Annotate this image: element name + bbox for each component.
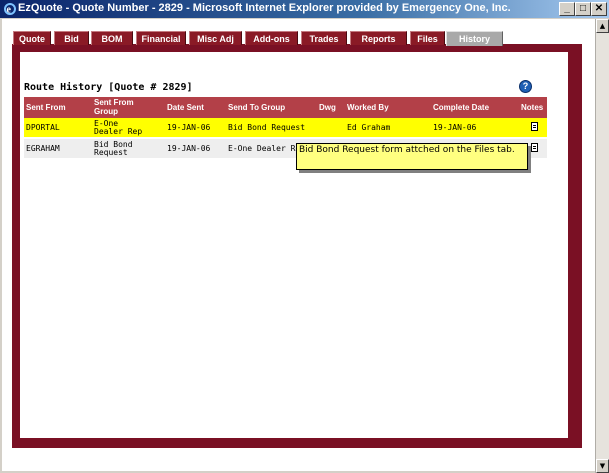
tab-misc-adj[interactable]: Misc Adj xyxy=(189,31,242,45)
cell-sent-from-group: E-One Dealer Rep xyxy=(94,119,143,136)
svg-text:e: e xyxy=(7,5,12,16)
minimize-button[interactable]: _ xyxy=(559,2,575,16)
cell-complete-date: 19-JAN-06 xyxy=(433,123,477,132)
cell-date-sent: 19-JAN-06 xyxy=(167,144,211,153)
ie-icon: e xyxy=(4,3,16,16)
col-sent-from-group: Sent From Group xyxy=(94,98,134,116)
col-worked-by: Worked By xyxy=(347,103,389,112)
cell-send-to-group: Bid Bond Request xyxy=(228,123,306,132)
tab-trades[interactable]: Trades xyxy=(301,31,347,45)
close-button[interactable]: ✕ xyxy=(591,2,607,16)
tab-financial[interactable]: Financial xyxy=(136,31,186,45)
help-icon[interactable]: ? xyxy=(519,80,532,93)
scroll-up-arrow-icon[interactable]: ▲ xyxy=(596,19,609,33)
cell-date-sent: 19-JAN-06 xyxy=(167,123,211,132)
cell-sent-from: DPORTAL xyxy=(26,123,60,132)
tab-bom[interactable]: BOM xyxy=(91,31,133,45)
tab-bid[interactable]: Bid xyxy=(54,31,89,45)
cell-worked-by: Ed Graham xyxy=(347,123,391,132)
table-header: Sent From Sent From Group Date Sent Send… xyxy=(24,97,547,118)
col-sent-from: Sent From xyxy=(26,103,66,112)
tab-reports[interactable]: Reports xyxy=(350,31,407,45)
note-icon[interactable] xyxy=(531,143,538,152)
tab-files[interactable]: Files xyxy=(410,31,445,45)
tab-history[interactable]: History xyxy=(446,31,503,46)
cell-sent-from-group: Bid Bond Request xyxy=(94,140,133,157)
col-dwg: Dwg xyxy=(319,103,336,112)
col-complete-date: Complete Date xyxy=(433,103,490,112)
tab-add-ons[interactable]: Add-ons xyxy=(245,31,298,45)
tab-quote[interactable]: Quote xyxy=(13,31,51,45)
col-notes: Notes xyxy=(521,103,544,112)
maximize-button[interactable]: □ xyxy=(575,2,591,16)
scroll-down-arrow-icon[interactable]: ▼ xyxy=(596,459,609,473)
note-tooltip: Bid Bond Request form attched on the Fil… xyxy=(296,143,528,170)
window-title: EzQuote - Quote Number - 2829 - Microsof… xyxy=(18,2,511,14)
vertical-scrollbar[interactable]: ▲ ▼ xyxy=(595,19,609,473)
col-date-sent: Date Sent xyxy=(167,103,204,112)
table-row[interactable]: DPORTAL E-One Dealer Rep 19-JAN-06 Bid B… xyxy=(24,118,547,137)
cell-send-to-group: E-One Dealer Re xyxy=(228,144,301,153)
cell-sent-from: EGRAHAM xyxy=(26,144,60,153)
window-titlebar: e EzQuote - Quote Number - 2829 - Micros… xyxy=(0,0,609,18)
route-history-heading: Route History [Quote # 2829] xyxy=(24,82,193,93)
note-icon[interactable] xyxy=(531,122,538,131)
col-send-to-group: Send To Group xyxy=(228,103,286,112)
